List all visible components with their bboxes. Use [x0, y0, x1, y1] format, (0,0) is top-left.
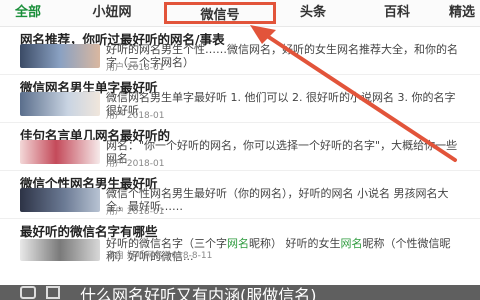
share-icon[interactable]: [46, 286, 60, 299]
tab-featured[interactable]: 精选: [444, 2, 480, 24]
tab-encyclopedia[interactable]: 百科: [372, 2, 422, 24]
article-thumbnail[interactable]: [20, 239, 100, 261]
article-meta: 来自 好听网名 2018-8-11: [106, 251, 213, 261]
article-meta: 用户 2018-01: [106, 159, 165, 169]
tab-wechat[interactable]: 微信号: [164, 2, 276, 24]
tab-all[interactable]: 全部: [0, 2, 56, 24]
home-icon[interactable]: [20, 286, 36, 299]
article-list: 网名推荐，你听过最好听的网名/事表 好听的网名男生个性……微信网名，好听的女生网…: [0, 27, 480, 263]
list-item[interactable]: 微信个性网名男生最好听 微信个性网名男生最好听（你的网名），好听的网名 小说名 …: [0, 171, 480, 219]
article-thumbnail[interactable]: [20, 188, 100, 212]
keyword-highlight: 网名: [340, 237, 363, 250]
list-item[interactable]: 佳句名言单几网名最好听的 网名："你一个好听的网名，你可以选择一个好听的名字"，…: [0, 123, 480, 171]
summary-part: 昵称） 好听的女生: [249, 237, 341, 250]
tab-xiaoniu[interactable]: 小妞网: [74, 2, 150, 24]
list-item[interactable]: 最好听的微信名字有哪些 好听的微信名字（三个字网名昵称） 好听的女生网名昵称（个…: [0, 219, 480, 263]
article-meta: 用户 2018-01: [106, 111, 165, 121]
category-tab-bar: 全部 小妞网 微信号 头条 百科 精选: [0, 0, 480, 27]
tab-headlines[interactable]: 头条: [288, 2, 338, 24]
article-thumbnail[interactable]: [20, 140, 100, 164]
list-item[interactable]: 微信网名男生单字最好听 微信网名男生单字最好听 1. 他们可以 2. 很好听的小…: [0, 75, 480, 123]
article-meta: 用户 2018-01: [106, 63, 165, 73]
article-thumbnail[interactable]: [20, 44, 100, 68]
article-thumbnail[interactable]: [20, 92, 100, 116]
banner-title: 什么网名好听又有内涵(服做信名): [80, 286, 317, 300]
keyword-highlight: 网名: [227, 237, 249, 250]
bottom-banner: 什么网名好听又有内涵(服做信名): [0, 285, 480, 300]
list-item[interactable]: 网名推荐，你听过最好听的网名/事表 好听的网名男生个性……微信网名，好听的女生网…: [0, 27, 480, 75]
article-meta: 用户 2018-01: [106, 207, 165, 217]
